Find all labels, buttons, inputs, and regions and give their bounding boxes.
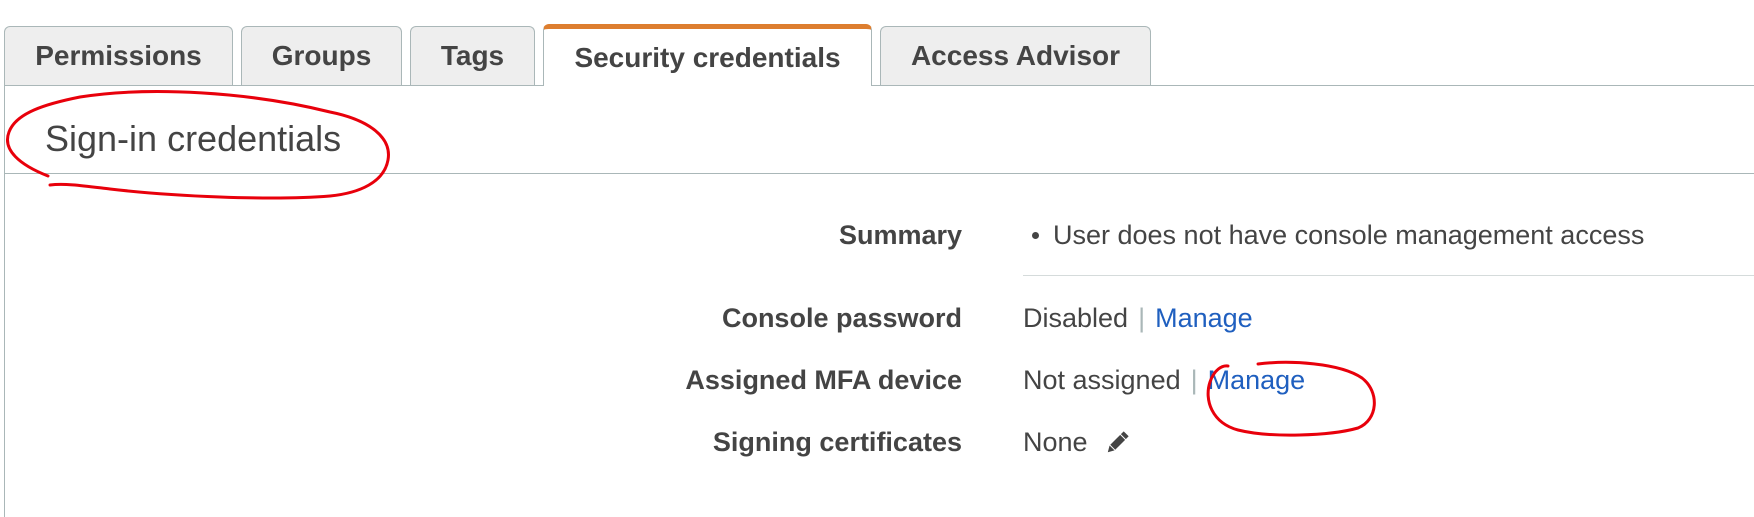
tab-groups-label: Groups — [271, 40, 372, 71]
summary-divider — [1023, 275, 1754, 276]
mfa-manage-link[interactable]: Manage — [1208, 365, 1306, 396]
summary-label: Summary — [838, 220, 962, 250]
console-password-manage-link[interactable]: Manage — [1155, 303, 1253, 334]
separator: | — [1190, 365, 1198, 395]
signing-certificates-status: None — [1023, 427, 1088, 457]
mfa-value: Not assigned | Manage — [1023, 365, 1305, 396]
mfa-status: Not assigned — [1023, 365, 1181, 395]
signing-certificates-label: Signing certificates — [712, 427, 962, 457]
section-divider — [4, 173, 1754, 174]
tab-tags-label: Tags — [440, 40, 505, 71]
tab-permissions-label: Permissions — [35, 40, 202, 71]
bullet-icon — [1032, 232, 1039, 239]
console-password-status: Disabled — [1023, 303, 1129, 333]
pencil-icon[interactable] — [1102, 428, 1132, 458]
iam-user-details-page: Permissions Groups Tags Security credent… — [0, 0, 1754, 517]
tab-access-advisor-label: Access Advisor — [910, 40, 1121, 71]
tab-permissions[interactable]: Permissions — [4, 26, 233, 85]
separator: | — [1138, 303, 1146, 333]
tab-security-credentials-label: Security credentials — [574, 41, 841, 73]
summary-item: User does not have console management ac… — [1053, 220, 1645, 250]
tab-bar: Permissions Groups Tags Security credent… — [0, 0, 1754, 86]
console-password-value: Disabled | Manage — [1023, 303, 1253, 334]
summary-value: User does not have console management ac… — [1023, 220, 1644, 251]
tab-tags[interactable]: Tags — [410, 26, 535, 85]
section-title: Sign-in credentials — [45, 118, 342, 159]
mfa-label: Assigned MFA device — [685, 365, 962, 395]
tab-access-advisor[interactable]: Access Advisor — [880, 26, 1151, 85]
signing-certificates-value: None — [1023, 427, 1132, 458]
tab-security-credentials[interactable]: Security credentials — [543, 24, 872, 86]
tab-groups[interactable]: Groups — [241, 26, 402, 85]
console-password-label: Console password — [721, 303, 962, 333]
